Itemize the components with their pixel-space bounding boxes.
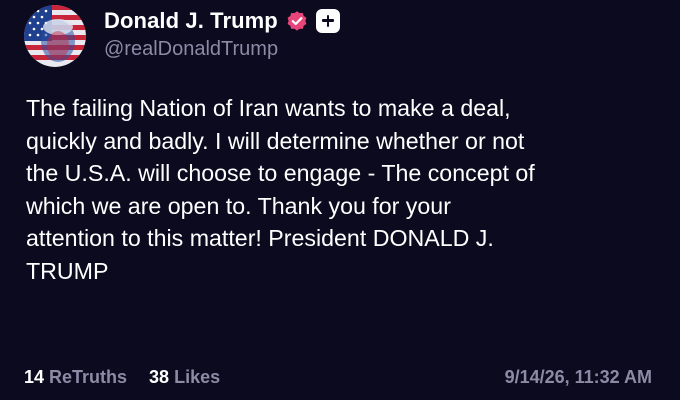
- likes-label: Likes: [174, 366, 221, 387]
- follow-button[interactable]: [315, 8, 340, 33]
- post-footer: 14 ReTruths 38 Likes 9/14/26, 11:32 AM: [24, 364, 652, 390]
- avatar-image: [24, 5, 86, 67]
- verified-badge-icon: [286, 10, 308, 32]
- retruths-stat[interactable]: 14 ReTruths: [24, 367, 127, 388]
- post-card: Donald J. Trump @realDonaldTrump The fai…: [0, 0, 680, 400]
- likes-count: 38: [149, 366, 170, 387]
- post-header: Donald J. Trump @realDonaldTrump: [24, 4, 340, 68]
- post-timestamp[interactable]: 9/14/26, 11:32 AM: [505, 367, 652, 388]
- author-handle[interactable]: @realDonaldTrump: [104, 38, 340, 61]
- likes-stat[interactable]: 38 Likes: [149, 367, 220, 388]
- retruths-label: ReTruths: [49, 366, 128, 387]
- retruths-count: 14: [24, 366, 45, 387]
- plus-icon: [321, 14, 334, 27]
- author-names: Donald J. Trump @realDonaldTrump: [104, 6, 340, 61]
- avatar[interactable]: [24, 5, 86, 67]
- post-text: The failing Nation of Iran wants to make…: [26, 95, 535, 284]
- author-display-name[interactable]: Donald J. Trump: [104, 8, 278, 34]
- name-row: Donald J. Trump: [104, 6, 340, 36]
